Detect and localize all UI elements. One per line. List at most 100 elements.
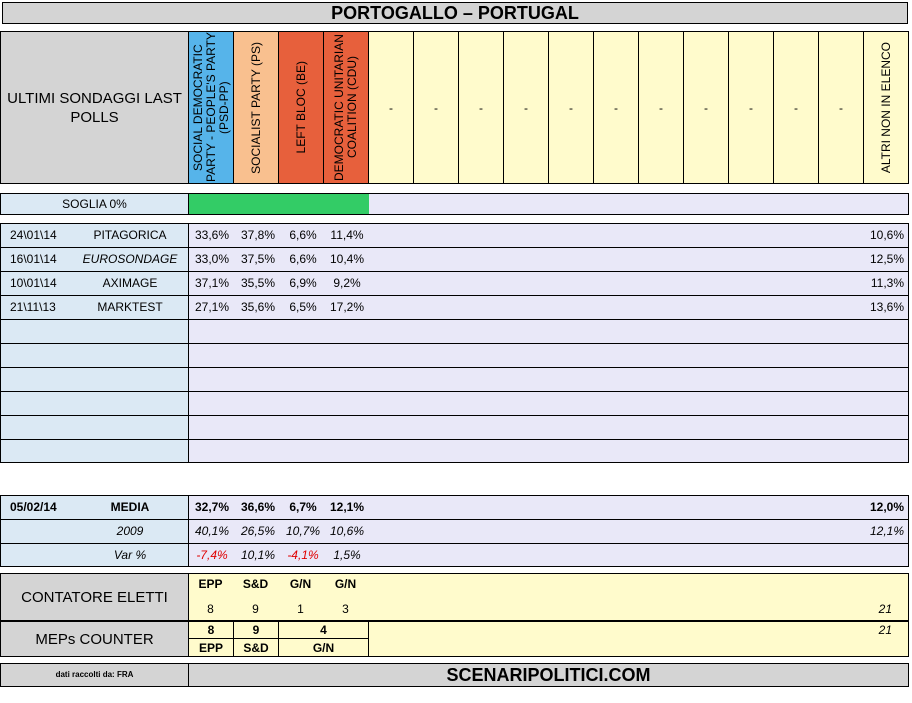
empty-party-header-0: - [368, 31, 414, 184]
prev-value: 26,5% [240, 524, 276, 538]
prev-others: 12,1% [869, 524, 904, 538]
prev-value: 10,6% [329, 524, 365, 538]
threshold-label: SOGLIA 0% [0, 193, 189, 215]
contatore-total: 21 [878, 602, 892, 616]
poll-others: 10,6% [869, 228, 904, 242]
media-label: MEDIA [110, 500, 150, 514]
empty-party-header-9: - [773, 31, 819, 184]
party-header-label-3: DEMOCRATIC UNITARIAN COALITION (CDU) [332, 34, 359, 181]
contatore-group: S&D [242, 577, 269, 591]
poll-date: 16\01\14 [10, 252, 57, 266]
meps-seat-gn: 4 [320, 623, 327, 637]
poll-value: 11,4% [330, 228, 364, 242]
poll-value: 6,6% [289, 228, 317, 242]
empty-party-header-1: - [413, 31, 459, 184]
party-header-0: SOCIAL DEMOCRATIC PARTY - PEOPLE'S PARTY… [188, 31, 234, 184]
header-label: ULTIMI SONDAGGI LAST POLLS [7, 89, 182, 126]
poll-value: 6,5% [289, 300, 317, 314]
poll-value: 27,1% [194, 300, 230, 314]
meps-group-sd: S&D [243, 641, 269, 655]
empty-party-marker-6: - [659, 100, 663, 115]
threshold-bar [189, 194, 369, 214]
poll-value: 10,4% [329, 252, 365, 266]
poll-others: 11,3% [870, 276, 904, 290]
media-value: 6,7% [289, 500, 317, 514]
poll-row-divider [0, 391, 909, 392]
poll-value: 9,2% [333, 276, 361, 290]
empty-party-marker-7: - [704, 100, 708, 115]
empty-party-marker-1: - [434, 100, 438, 115]
empty-party-header-2: - [458, 31, 504, 184]
empty-party-header-10: - [818, 31, 864, 184]
poll-row-divider [0, 319, 909, 320]
summary-row-divider [0, 519, 909, 520]
meps-seat-sd: 9 [252, 623, 260, 637]
empty-party-marker-0: - [389, 100, 393, 115]
var-value: 1,5% [333, 548, 361, 562]
poll-value: 37,8% [240, 228, 276, 242]
poll-value: 33,6% [194, 228, 230, 242]
footer-credits-cell: dati raccolti da: FRA [0, 663, 189, 687]
media-value: 36,6% [240, 500, 276, 514]
party-header-others: ALTRI NON IN ELENCO [863, 31, 909, 184]
meps-group-epp: EPP [198, 641, 223, 655]
meps-label-cell: MEPs COUNTER [0, 621, 189, 657]
meps-seat-epp: 8 [207, 623, 215, 637]
empty-party-marker-5: - [614, 100, 618, 115]
poll-institute: PITAGORICA [93, 228, 167, 242]
empty-party-header-7: - [683, 31, 729, 184]
empty-party-header-6: - [638, 31, 684, 184]
empty-party-marker-2: - [479, 100, 483, 115]
poll-value: 37,1% [194, 276, 230, 290]
header-label-cell: ULTIMI SONDAGGI LAST POLLS [0, 31, 189, 184]
empty-party-marker-10: - [839, 100, 843, 115]
poll-institute: EUROSONDAGE [82, 252, 178, 266]
meps-total: 21 [878, 623, 892, 637]
poll-date: 21\11\13 [10, 300, 56, 314]
party-header-label-1: SOCIALIST PARTY (PS) [248, 41, 263, 174]
poll-date: 10\01\14 [10, 276, 57, 290]
empty-party-marker-3: - [524, 100, 528, 115]
footer-credits: dati raccolti da: FRA [55, 670, 134, 679]
empty-party-header-4: - [548, 31, 594, 184]
poll-value: 35,6% [240, 300, 276, 314]
poll-others: 13,6% [869, 300, 904, 314]
party-header-1: SOCIALIST PARTY (PS) [233, 31, 279, 184]
var-label: Var % [113, 548, 147, 562]
var-value: 10,1% [240, 548, 276, 562]
var-value: -4,1% [287, 548, 319, 562]
contatore-seat: 8 [207, 602, 214, 616]
contatore-group: EPP [198, 577, 223, 591]
contatore-group: G/N [289, 577, 312, 591]
poll-row-divider [0, 343, 909, 344]
party-header-3: DEMOCRATIC UNITARIAN COALITION (CDU) [323, 31, 369, 184]
party-header-2: LEFT BLOC (BE) [278, 31, 324, 184]
poll-institute: MARKTEST [97, 300, 163, 314]
poll-row-divider [0, 295, 909, 296]
contatore-group: G/N [334, 577, 357, 591]
media-others: 12,0% [869, 500, 904, 514]
prev-label: 2009 [116, 524, 144, 538]
poll-value: 37,5% [240, 252, 276, 266]
poll-value: 35,5% [240, 276, 276, 290]
contatore-seat: 9 [252, 602, 259, 616]
prev-value: 10,7% [285, 524, 321, 538]
poll-row-divider [0, 415, 909, 416]
empty-party-header-3: - [503, 31, 549, 184]
poll-value: 6,9% [289, 276, 317, 290]
contatore-label-cell: CONTATORE ELETTI [0, 573, 189, 621]
prev-value: 40,1% [194, 524, 230, 538]
poll-row-divider [0, 367, 909, 368]
party-header-others-label: ALTRI NON IN ELENCO [878, 41, 893, 174]
empty-party-header-5: - [593, 31, 639, 184]
contatore-seat: 3 [342, 602, 349, 616]
empty-party-marker-9: - [794, 100, 798, 115]
empty-party-marker-8: - [749, 100, 753, 115]
summary-row-divider [0, 543, 909, 544]
poll-value: 6,6% [289, 252, 317, 266]
meps-divider [368, 621, 369, 657]
var-value: -7,4% [196, 548, 228, 562]
contatore-seat: 1 [297, 602, 304, 616]
media-date: 05/02/14 [10, 500, 57, 514]
poll-others: 12,5% [869, 252, 904, 266]
